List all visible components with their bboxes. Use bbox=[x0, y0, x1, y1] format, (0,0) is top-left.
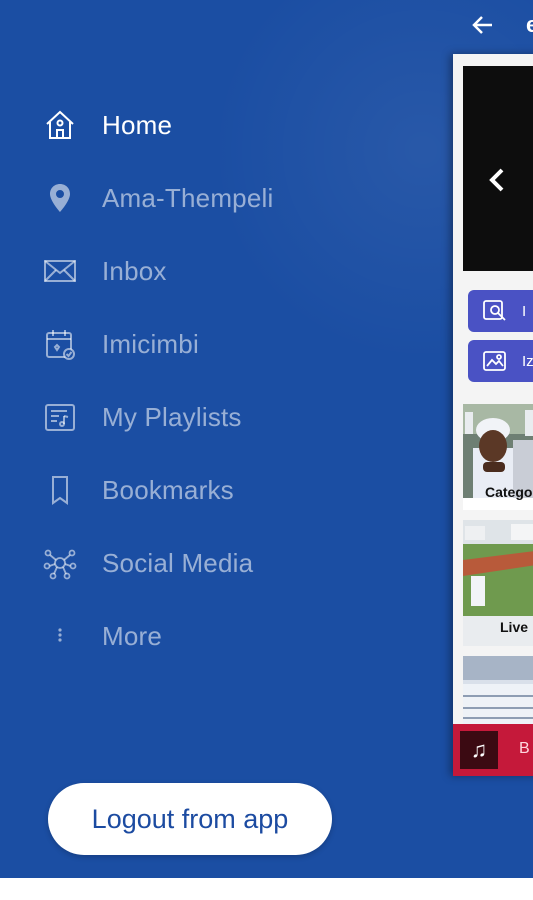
menu-item-inbox[interactable]: Inbox bbox=[40, 249, 167, 293]
menu-label-social-media: Social Media bbox=[102, 547, 254, 578]
logout-button[interactable]: Logout from app bbox=[48, 783, 332, 855]
menu-label-home: Home bbox=[102, 109, 173, 140]
social-network-icon bbox=[40, 543, 80, 583]
crowd-image bbox=[463, 656, 533, 726]
banner-slider[interactable] bbox=[463, 66, 533, 271]
main-screen-preview[interactable]: I Iz Categor Live ♫ B bbox=[453, 54, 533, 776]
navigation-drawer: Home Ama-Thempeli Inbox Imicimbi My Play… bbox=[0, 0, 533, 878]
tile-label: Live bbox=[500, 619, 529, 635]
music-note-icon: ♫ bbox=[460, 731, 498, 769]
bookmark-icon bbox=[40, 470, 80, 510]
player-track-title: B bbox=[519, 740, 530, 757]
menu-label-more: More bbox=[102, 620, 163, 651]
chevron-left-icon[interactable] bbox=[487, 166, 507, 194]
menu-label-imicimbi: Imicimbi bbox=[102, 328, 199, 359]
live-tile[interactable]: Live bbox=[463, 520, 533, 646]
logout-label: Logout from app bbox=[91, 803, 289, 834]
tile-label: Categor bbox=[485, 484, 533, 500]
menu-label-bookmarks: Bookmarks bbox=[102, 474, 234, 505]
pill-label: Iz bbox=[522, 352, 533, 370]
menu-label-my-playlists: My Playlists bbox=[102, 401, 242, 432]
menu-item-imicimbi[interactable]: Imicimbi bbox=[40, 322, 199, 366]
menu-item-home[interactable]: Home bbox=[40, 103, 172, 147]
more-vertical-icon bbox=[40, 616, 80, 656]
bottom-strip bbox=[0, 878, 533, 900]
location-pin-icon bbox=[40, 178, 80, 218]
playlist-icon bbox=[40, 397, 80, 437]
menu-item-my-playlists[interactable]: My Playlists bbox=[40, 395, 242, 439]
crowd-tile[interactable] bbox=[463, 656, 533, 726]
app-title-partial: e bbox=[526, 12, 533, 37]
pill-label: I bbox=[522, 302, 527, 320]
menu-item-more[interactable]: More bbox=[40, 614, 162, 658]
photo-gallery-icon bbox=[483, 351, 506, 371]
menu-label-ama-thempeli: Ama-Thempeli bbox=[102, 182, 274, 213]
category-tile[interactable]: Categor bbox=[463, 404, 533, 510]
search-image-icon bbox=[483, 300, 506, 321]
calendar-icon bbox=[40, 324, 80, 364]
mini-player[interactable]: ♫ B bbox=[453, 724, 533, 776]
back-arrow-icon[interactable] bbox=[470, 12, 496, 38]
menu-item-social-media[interactable]: Social Media bbox=[40, 541, 253, 585]
quick-link-pill[interactable]: Iz bbox=[468, 340, 533, 382]
menu-item-bookmarks[interactable]: Bookmarks bbox=[40, 468, 234, 512]
quick-link-pill[interactable]: I bbox=[468, 290, 533, 332]
menu-item-ama-thempeli[interactable]: Ama-Thempeli bbox=[40, 176, 273, 220]
home-icon bbox=[40, 105, 80, 145]
menu-label-inbox: Inbox bbox=[102, 255, 167, 286]
mail-icon bbox=[40, 251, 80, 291]
